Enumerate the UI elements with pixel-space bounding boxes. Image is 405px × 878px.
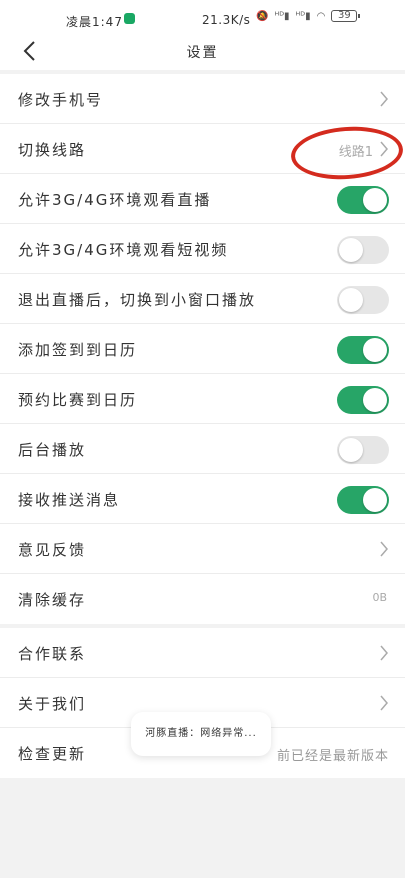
alarm-off-icon: 🔕 [256,10,269,22]
about-us-label: 关于我们 [18,695,87,713]
status-time: 凌晨1:47 [66,15,123,29]
cooperation-row[interactable]: 合作联系 [0,628,405,678]
toggle-knob [363,188,387,212]
chevron-right-icon [380,141,388,157]
mini-window-row: 退出直播后，切换到小窗口播放 [0,274,405,324]
network-speed: 21.3K/s [202,13,251,27]
change-phone-row[interactable]: 修改手机号 [0,74,405,124]
cooperation-label: 合作联系 [18,645,87,663]
clear-cache-row[interactable]: 清除缓存 0B [0,574,405,624]
allow-live-mobile-toggle[interactable] [337,186,389,214]
toggle-knob [339,288,363,312]
signal-hd2-icon: ᴴᴰ▮ [295,10,311,22]
clear-cache-label: 清除缓存 [18,591,87,609]
receive-push-label: 接收推送消息 [18,491,121,509]
status-icons: 🔕 ᴴᴰ▮ ᴴᴰ▮ ◠ 39 [256,10,361,22]
background-play-label: 后台播放 [18,441,87,459]
feedback-row[interactable]: 意见反馈 [0,524,405,574]
switch-line-label: 切换线路 [18,141,87,159]
mini-window-label: 退出直播后，切换到小窗口播放 [18,291,257,309]
shield-icon [124,13,135,24]
background-play-row: 后台播放 [0,424,405,474]
add-checkin-calendar-toggle[interactable] [337,336,389,364]
allow-short-video-mobile-toggle[interactable] [337,236,389,264]
battery-icon: 39 [331,10,361,22]
allow-short-video-mobile-label: 允许3G/4G环境观看短视频 [18,241,229,259]
settings-list: 修改手机号 切换线路 线路1 允许3G/4G环境观看直播 允许3G/4G环境观看… [0,74,405,624]
chevron-right-icon [380,91,388,107]
check-update-label: 检查更新 [18,745,87,763]
chevron-right-icon [380,645,388,661]
signal-hd-icon: ᴴᴰ▮ [274,10,290,22]
allow-short-video-mobile-row: 允许3G/4G环境观看短视频 [0,224,405,274]
change-phone-label: 修改手机号 [18,91,104,109]
update-status-value: 前已经是最新版本 [276,749,389,764]
feedback-label: 意见反馈 [18,541,87,559]
toggle-knob [363,488,387,512]
status-bar: 凌晨1:47 21.3K/s 🔕 ᴴᴰ▮ ᴴᴰ▮ ◠ 39 [0,0,405,34]
mini-window-toggle[interactable] [337,286,389,314]
reserve-match-calendar-toggle[interactable] [337,386,389,414]
add-checkin-calendar-label: 添加签到到日历 [18,341,138,359]
reserve-match-calendar-row: 预约比赛到日历 [0,374,405,424]
toggle-knob [363,388,387,412]
chevron-right-icon [380,695,388,711]
toggle-knob [339,238,363,262]
reserve-match-calendar-label: 预约比赛到日历 [18,391,138,409]
chevron-right-icon [380,541,388,557]
nav-bar: 设置 [0,34,405,70]
allow-live-mobile-label: 允许3G/4G环境观看直播 [18,191,212,209]
cache-size-value: 0B [372,591,387,604]
toggle-knob [339,438,363,462]
background-play-toggle[interactable] [337,436,389,464]
switch-line-value: 线路1 [338,145,373,160]
allow-live-mobile-row: 允许3G/4G环境观看直播 [0,174,405,224]
toggle-knob [363,338,387,362]
toast-message: 河豚直播：网络异常... [131,712,271,756]
receive-push-row: 接收推送消息 [0,474,405,524]
switch-line-row[interactable]: 切换线路 线路1 [0,124,405,174]
receive-push-toggle[interactable] [337,486,389,514]
page-title: 设置 [186,45,219,61]
add-checkin-calendar-row: 添加签到到日历 [0,324,405,374]
wifi-icon: ◠ [316,10,326,22]
